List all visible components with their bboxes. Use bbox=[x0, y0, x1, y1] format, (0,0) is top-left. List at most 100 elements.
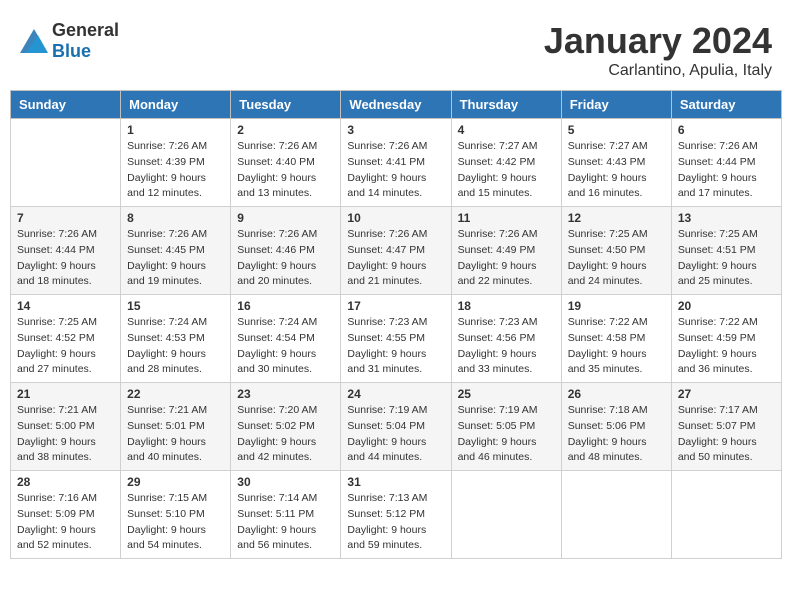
calendar-cell: 31Sunrise: 7:13 AMSunset: 5:12 PMDayligh… bbox=[341, 471, 451, 559]
day-number: 7 bbox=[17, 211, 114, 225]
header-thursday: Thursday bbox=[451, 91, 561, 119]
logo-text: General Blue bbox=[52, 20, 119, 62]
title-area: January 2024 Carlantino, Apulia, Italy bbox=[544, 20, 772, 80]
day-number: 29 bbox=[127, 475, 224, 489]
day-number: 8 bbox=[127, 211, 224, 225]
calendar-cell: 21Sunrise: 7:21 AMSunset: 5:00 PMDayligh… bbox=[11, 383, 121, 471]
day-number: 17 bbox=[347, 299, 444, 313]
day-info: Sunrise: 7:23 AMSunset: 4:55 PMDaylight:… bbox=[347, 315, 444, 378]
day-number: 28 bbox=[17, 475, 114, 489]
day-info: Sunrise: 7:24 AMSunset: 4:53 PMDaylight:… bbox=[127, 315, 224, 378]
day-info: Sunrise: 7:25 AMSunset: 4:52 PMDaylight:… bbox=[17, 315, 114, 378]
logo: General Blue bbox=[20, 20, 119, 62]
day-info: Sunrise: 7:23 AMSunset: 4:56 PMDaylight:… bbox=[458, 315, 555, 378]
day-number: 25 bbox=[458, 387, 555, 401]
header-friday: Friday bbox=[561, 91, 671, 119]
header-wednesday: Wednesday bbox=[341, 91, 451, 119]
calendar-table: SundayMondayTuesdayWednesdayThursdayFrid… bbox=[10, 90, 782, 559]
calendar-cell: 20Sunrise: 7:22 AMSunset: 4:59 PMDayligh… bbox=[671, 295, 781, 383]
week-row-3: 21Sunrise: 7:21 AMSunset: 5:00 PMDayligh… bbox=[11, 383, 782, 471]
header-tuesday: Tuesday bbox=[231, 91, 341, 119]
day-number: 16 bbox=[237, 299, 334, 313]
calendar-cell: 10Sunrise: 7:26 AMSunset: 4:47 PMDayligh… bbox=[341, 207, 451, 295]
calendar-cell: 2 Sunrise: 7:26 AMSunset: 4:40 PMDaylight… bbox=[231, 119, 341, 207]
calendar-cell bbox=[561, 471, 671, 559]
day-number: 23 bbox=[237, 387, 334, 401]
logo-icon bbox=[20, 29, 48, 53]
calendar-cell: 13 Sunrise: 7:25 AMSunset: 4:51 PMDayligh… bbox=[671, 207, 781, 295]
day-number: 15 bbox=[127, 299, 224, 313]
day-info: Sunrise: 7:27 AMSunset: 4:43 PMDaylight:… bbox=[568, 139, 665, 202]
header-saturday: Saturday bbox=[671, 91, 781, 119]
calendar-subtitle: Carlantino, Apulia, Italy bbox=[544, 62, 772, 80]
header-sunday: Sunday bbox=[11, 91, 121, 119]
logo-blue: Blue bbox=[52, 41, 91, 61]
day-number: 19 bbox=[568, 299, 665, 313]
header-monday: Monday bbox=[121, 91, 231, 119]
calendar-cell: 9Sunrise: 7:26 AMSunset: 4:46 PMDaylight… bbox=[231, 207, 341, 295]
day-number: 13 bbox=[678, 211, 775, 225]
day-number: 30 bbox=[237, 475, 334, 489]
day-number: 24 bbox=[347, 387, 444, 401]
week-row-1: 7 Sunrise: 7:26 AMSunset: 4:44 PMDaylight… bbox=[11, 207, 782, 295]
day-info: Sunrise: 7:26 AMSunset: 4:49 PMDaylight:… bbox=[458, 227, 555, 290]
day-number: 11 bbox=[458, 211, 555, 225]
calendar-cell: 25 Sunrise: 7:19 AMSunset: 5:05 PMDayligh… bbox=[451, 383, 561, 471]
day-info: Sunrise: 7:19 AMSunset: 5:05 PMDaylight:… bbox=[458, 403, 555, 466]
day-info: Sunrise: 7:26 AMSunset: 4:46 PMDaylight:… bbox=[237, 227, 334, 290]
day-number: 6 bbox=[678, 123, 775, 137]
day-info: Sunrise: 7:22 AMSunset: 4:58 PMDaylight:… bbox=[568, 315, 665, 378]
day-info: Sunrise: 7:18 AMSunset: 5:06 PMDaylight:… bbox=[568, 403, 665, 466]
calendar-cell bbox=[671, 471, 781, 559]
calendar-cell: 23 Sunrise: 7:20 AMSunset: 5:02 PMDayligh… bbox=[231, 383, 341, 471]
logo-general: General bbox=[52, 20, 119, 40]
calendar-cell: 3Sunrise: 7:26 AMSunset: 4:41 PMDaylight… bbox=[341, 119, 451, 207]
day-info: Sunrise: 7:26 AMSunset: 4:41 PMDaylight:… bbox=[347, 139, 444, 202]
day-number: 14 bbox=[17, 299, 114, 313]
day-info: Sunrise: 7:26 AMSunset: 4:47 PMDaylight:… bbox=[347, 227, 444, 290]
day-info: Sunrise: 7:27 AMSunset: 4:42 PMDaylight:… bbox=[458, 139, 555, 202]
calendar-cell: 30 Sunrise: 7:14 AMSunset: 5:11 PMDayligh… bbox=[231, 471, 341, 559]
day-info: Sunrise: 7:14 AMSunset: 5:11 PMDaylight:… bbox=[237, 491, 334, 554]
day-number: 26 bbox=[568, 387, 665, 401]
day-number: 21 bbox=[17, 387, 114, 401]
calendar-cell: 11 Sunrise: 7:26 AMSunset: 4:49 PMDayligh… bbox=[451, 207, 561, 295]
day-info: Sunrise: 7:25 AMSunset: 4:51 PMDaylight:… bbox=[678, 227, 775, 290]
day-info: Sunrise: 7:26 AMSunset: 4:44 PMDaylight:… bbox=[678, 139, 775, 202]
day-info: Sunrise: 7:25 AMSunset: 4:50 PMDaylight:… bbox=[568, 227, 665, 290]
calendar-cell: 22 Sunrise: 7:21 AMSunset: 5:01 PMDayligh… bbox=[121, 383, 231, 471]
calendar-cell: 24Sunrise: 7:19 AMSunset: 5:04 PMDayligh… bbox=[341, 383, 451, 471]
day-number: 1 bbox=[127, 123, 224, 137]
day-info: Sunrise: 7:13 AMSunset: 5:12 PMDaylight:… bbox=[347, 491, 444, 554]
day-info: Sunrise: 7:26 AMSunset: 4:44 PMDaylight:… bbox=[17, 227, 114, 290]
day-number: 22 bbox=[127, 387, 224, 401]
header: General Blue January 2024 Carlantino, Ap… bbox=[10, 10, 782, 85]
calendar-cell bbox=[11, 119, 121, 207]
day-info: Sunrise: 7:26 AMSunset: 4:40 PMDaylight:… bbox=[237, 139, 334, 202]
day-info: Sunrise: 7:21 AMSunset: 5:01 PMDaylight:… bbox=[127, 403, 224, 466]
calendar-cell: 28Sunrise: 7:16 AMSunset: 5:09 PMDayligh… bbox=[11, 471, 121, 559]
calendar-cell: 16 Sunrise: 7:24 AMSunset: 4:54 PMDayligh… bbox=[231, 295, 341, 383]
calendar-cell: 12Sunrise: 7:25 AMSunset: 4:50 PMDayligh… bbox=[561, 207, 671, 295]
day-number: 2 bbox=[237, 123, 334, 137]
calendar-cell: 7 Sunrise: 7:26 AMSunset: 4:44 PMDaylight… bbox=[11, 207, 121, 295]
week-row-0: 1 Sunrise: 7:26 AMSunset: 4:39 PMDaylight… bbox=[11, 119, 782, 207]
day-number: 27 bbox=[678, 387, 775, 401]
calendar-cell: 4 Sunrise: 7:27 AMSunset: 4:42 PMDaylight… bbox=[451, 119, 561, 207]
day-info: Sunrise: 7:24 AMSunset: 4:54 PMDaylight:… bbox=[237, 315, 334, 378]
calendar-cell: 27 Sunrise: 7:17 AMSunset: 5:07 PMDayligh… bbox=[671, 383, 781, 471]
day-number: 4 bbox=[458, 123, 555, 137]
day-info: Sunrise: 7:20 AMSunset: 5:02 PMDaylight:… bbox=[237, 403, 334, 466]
calendar-cell: 5Sunrise: 7:27 AMSunset: 4:43 PMDaylight… bbox=[561, 119, 671, 207]
day-info: Sunrise: 7:26 AMSunset: 4:39 PMDaylight:… bbox=[127, 139, 224, 202]
calendar-cell: 29 Sunrise: 7:15 AMSunset: 5:10 PMDayligh… bbox=[121, 471, 231, 559]
day-info: Sunrise: 7:26 AMSunset: 4:45 PMDaylight:… bbox=[127, 227, 224, 290]
calendar-cell: 17 Sunrise: 7:23 AMSunset: 4:55 PMDayligh… bbox=[341, 295, 451, 383]
calendar-cell: 15 Sunrise: 7:24 AMSunset: 4:53 PMDayligh… bbox=[121, 295, 231, 383]
week-row-2: 14 Sunrise: 7:25 AMSunset: 4:52 PMDayligh… bbox=[11, 295, 782, 383]
day-info: Sunrise: 7:17 AMSunset: 5:07 PMDaylight:… bbox=[678, 403, 775, 466]
day-info: Sunrise: 7:15 AMSunset: 5:10 PMDaylight:… bbox=[127, 491, 224, 554]
calendar-title: January 2024 bbox=[544, 20, 772, 62]
calendar-cell: 19 Sunrise: 7:22 AMSunset: 4:58 PMDayligh… bbox=[561, 295, 671, 383]
calendar-cell: 6 Sunrise: 7:26 AMSunset: 4:44 PMDaylight… bbox=[671, 119, 781, 207]
